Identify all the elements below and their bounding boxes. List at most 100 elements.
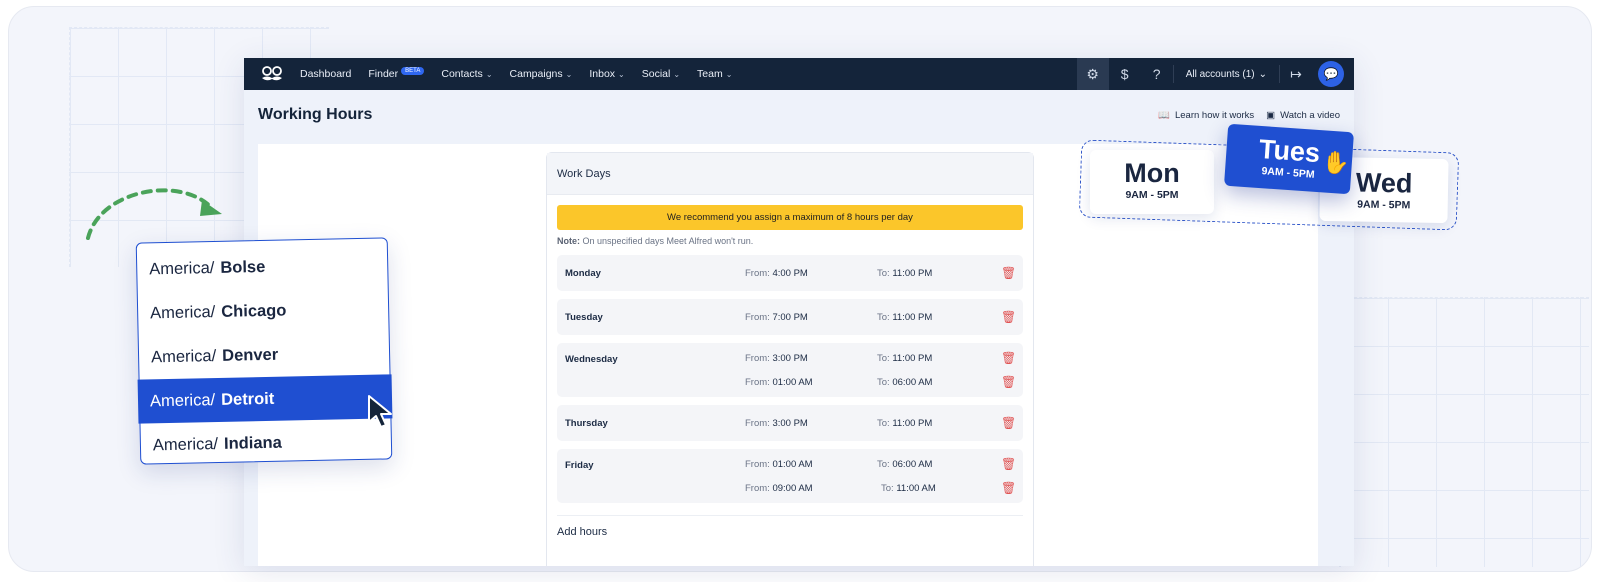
nav-social-label: Social <box>641 68 671 80</box>
watch-video-label: Watch a video <box>1280 109 1340 121</box>
from-label: From: <box>745 268 770 279</box>
to-field[interactable]: To: 11:00 PM <box>877 312 932 323</box>
to-field[interactable]: To: 06:00 AM <box>877 377 932 388</box>
nav-campaigns[interactable]: Campaigns ⌄ <box>510 68 573 80</box>
from-value: 7:00 PM <box>772 312 808 323</box>
day-card-hours: 9AM - 5PM <box>1357 198 1411 212</box>
from-field[interactable]: From: 3:00 PM <box>745 418 808 429</box>
to-field[interactable]: To: 11:00 AM <box>881 483 936 494</box>
from-value: 4:00 PM <box>772 268 808 279</box>
from-field[interactable]: From: 7:00 PM <box>745 312 808 323</box>
from-label: From: <box>745 483 770 494</box>
to-label: To: <box>877 418 890 429</box>
day-row-monday: Monday From: 4:00 PM To: 11:00 PM 🗑 <box>557 255 1023 291</box>
time-slot: From: 3:00 PM To: 11:00 PM 🗑 <box>557 411 1023 435</box>
note-body: On unspecified days Meet Alfred won't ru… <box>580 236 754 246</box>
chevron-down-icon: ⌄ <box>725 69 733 79</box>
from-value: 09:00 AM <box>772 483 813 494</box>
timezone-option-selected[interactable]: America/Detroit <box>137 374 393 424</box>
accounts-label: All accounts (1) <box>1185 68 1255 80</box>
nav-dashboard-label: Dashboard <box>300 68 352 80</box>
time-slot: From: 09:00 AM To: 11:00 AM 🗑 <box>557 476 1023 500</box>
to-label: To: <box>877 459 890 470</box>
to-field[interactable]: To: 11:00 PM <box>877 418 932 429</box>
to-value: 11:00 PM <box>892 268 933 279</box>
trash-icon[interactable]: 🗑 <box>1001 266 1016 280</box>
trash-icon[interactable]: 🗑 <box>1001 310 1016 324</box>
from-field[interactable]: From: 09:00 AM <box>745 483 813 494</box>
from-label: From: <box>745 377 770 388</box>
logout-icon[interactable]: ↦ <box>1280 58 1312 90</box>
to-label: To: <box>877 268 890 279</box>
timezone-option[interactable]: America/Denver <box>139 330 390 379</box>
timezone-city: Chicago <box>221 301 287 321</box>
trash-icon[interactable]: 🗑 <box>1001 457 1016 471</box>
learn-how-link[interactable]: 📖 Learn how it works <box>1158 110 1254 121</box>
from-field[interactable]: From: 4:00 PM <box>745 268 808 279</box>
day-row-wednesday: Wednesday From: 3:00 PM To: 11:00 PM 🗑 F… <box>557 343 1023 397</box>
timezone-option[interactable]: America/Indiana <box>140 418 391 467</box>
timezone-dropdown: America/Bolse America/Chicago America/De… <box>135 237 393 467</box>
nav-finder[interactable]: Finder BETA <box>368 67 425 80</box>
from-label: From: <box>745 353 770 364</box>
to-value: 06:00 AM <box>892 377 933 388</box>
timezone-option[interactable]: America/Bolse <box>137 242 388 291</box>
nav-team[interactable]: Team ⌄ <box>697 68 732 80</box>
grab-hand-icon: ✋ <box>1322 150 1350 175</box>
nav-campaigns-label: Campaigns <box>509 68 563 80</box>
to-value: 11:00 PM <box>892 312 933 323</box>
trash-icon[interactable]: 🗑 <box>1001 416 1016 430</box>
settings-gear-icon[interactable]: ⚙ <box>1076 58 1109 90</box>
beta-badge: BETA <box>401 67 425 75</box>
timezone-option[interactable]: America/Chicago <box>138 286 389 335</box>
to-label: To: <box>877 312 890 323</box>
nav-social[interactable]: Social ⌄ <box>642 68 680 80</box>
time-slot: From: 01:00 AM To: 06:00 AM 🗑 <box>557 370 1023 394</box>
to-value: 11:00 PM <box>892 353 933 364</box>
add-hours-heading: Add hours <box>557 515 1023 538</box>
trash-icon[interactable]: 🗑 <box>1001 481 1016 495</box>
watch-video-link[interactable]: ▣ Watch a video <box>1266 110 1340 121</box>
to-field[interactable]: To: 11:00 PM <box>877 353 932 364</box>
video-icon: ▣ <box>1266 109 1276 121</box>
from-label: From: <box>745 459 770 470</box>
decorative-grid-right <box>1339 297 1589 567</box>
to-field[interactable]: To: 06:00 AM <box>877 459 932 470</box>
accounts-selector[interactable]: All accounts (1) ⌄ <box>1172 65 1280 83</box>
top-navigation: Dashboard Finder BETA Contacts ⌄ Campaigns… <box>244 58 1354 90</box>
meet-alfred-logo-icon[interactable] <box>244 66 300 82</box>
to-field[interactable]: To: 11:00 PM <box>877 268 932 279</box>
chevron-down-icon: ⌄ <box>1258 68 1267 80</box>
day-card-day: Mon <box>1124 158 1180 188</box>
from-field[interactable]: From: 3:00 PM <box>745 353 808 364</box>
chevron-down-icon: ⌄ <box>673 69 681 79</box>
to-value: 11:00 AM <box>896 483 936 494</box>
timezone-prefix: America/ <box>149 258 215 278</box>
user-avatar[interactable]: 💬 <box>1318 61 1344 87</box>
time-slot: From: 3:00 PM To: 11:00 PM 🗑 <box>557 346 1023 370</box>
timezone-city: Indiana <box>223 433 282 453</box>
nav-inbox[interactable]: Inbox ⌄ <box>589 68 624 80</box>
day-card-mon[interactable]: Mon 9AM - 5PM <box>1090 150 1214 214</box>
warning-banner: We recommend you assign a maximum of 8 h… <box>557 205 1023 230</box>
nav-dashboard[interactable]: Dashboard <box>300 68 351 80</box>
from-field[interactable]: From: 01:00 AM <box>745 377 813 388</box>
trash-icon[interactable]: 🗑 <box>1001 351 1016 365</box>
from-field[interactable]: From: 01:00 AM <box>745 459 813 470</box>
chevron-down-icon: ⌄ <box>618 69 625 79</box>
trash-icon[interactable]: 🗑 <box>1001 375 1016 389</box>
timezone-city: Detroit <box>220 389 275 409</box>
help-icon[interactable]: ? <box>1141 58 1173 90</box>
nav-team-label: Team <box>697 68 723 80</box>
time-slot: From: 7:00 PM To: 11:00 PM 🗑 <box>557 305 1023 329</box>
chevron-down-icon: ⌄ <box>485 69 493 79</box>
from-value: 01:00 AM <box>772 377 813 388</box>
learn-how-label: Learn how it works <box>1174 109 1255 121</box>
note-label: Note: <box>557 236 580 246</box>
nav-contacts[interactable]: Contacts ⌄ <box>441 68 492 80</box>
work-days-title: Work Days <box>547 153 1033 195</box>
timezone-city: Denver <box>222 345 279 365</box>
billing-coin-icon[interactable]: $ <box>1109 58 1141 90</box>
to-label: To: <box>877 377 890 388</box>
chevron-down-icon: ⌄ <box>565 69 573 79</box>
